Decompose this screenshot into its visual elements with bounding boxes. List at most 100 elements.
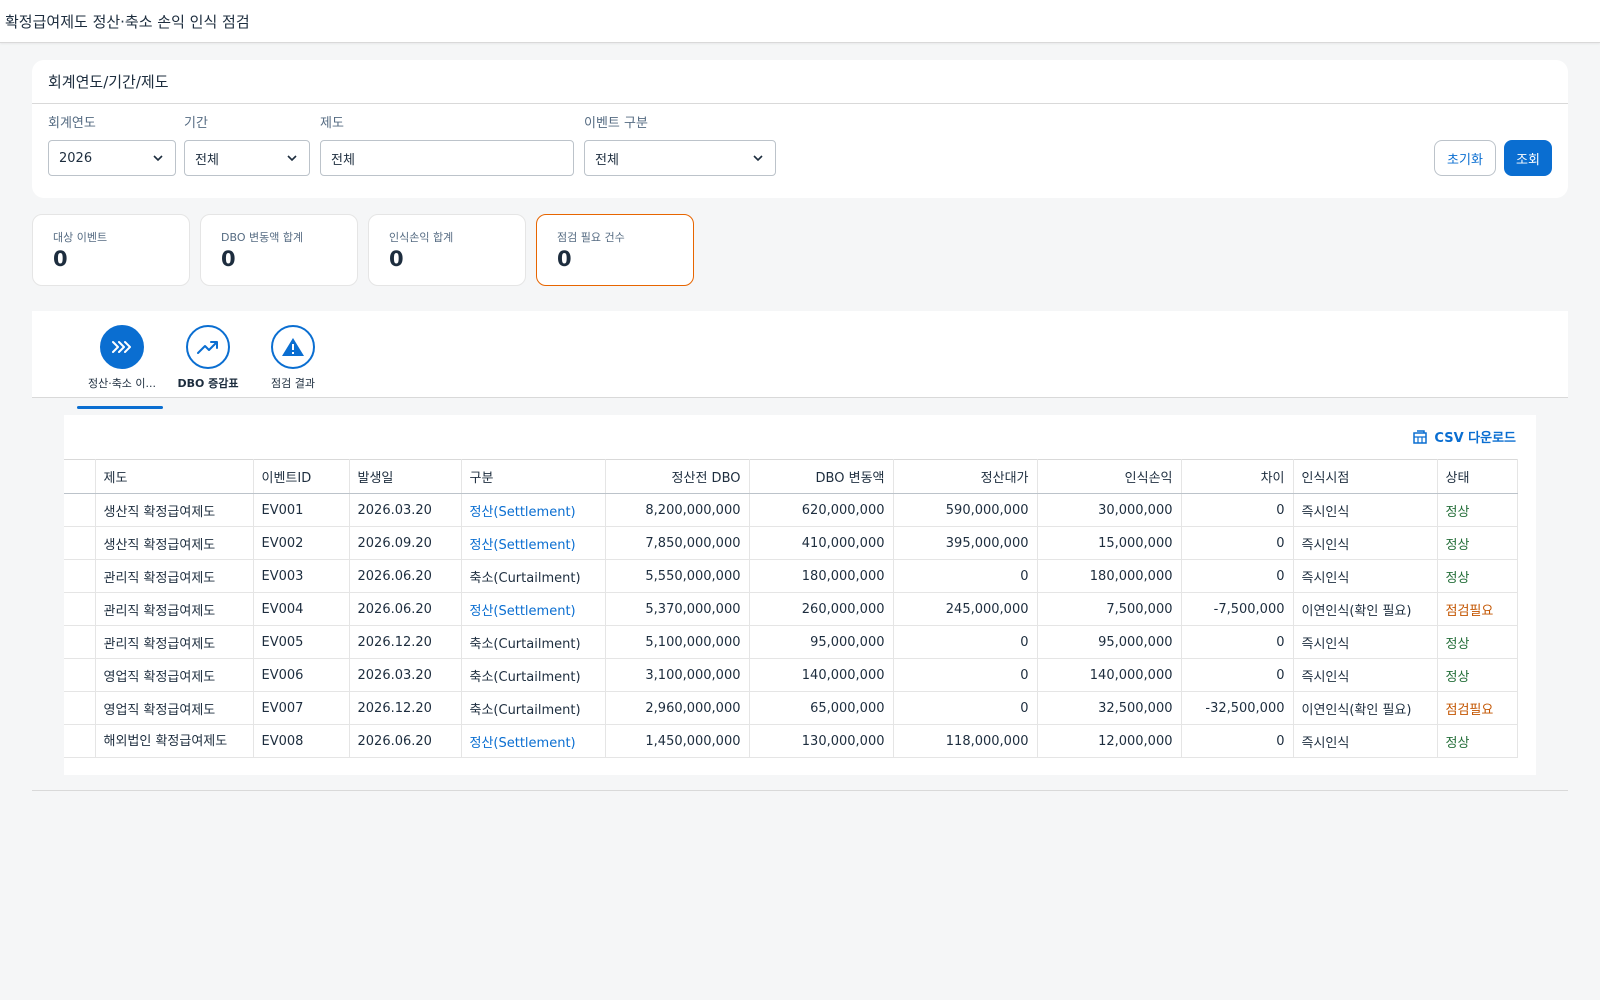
- fiscal-year-select[interactable]: 2026: [48, 140, 176, 176]
- table-cell: 축소(Curtailment): [461, 691, 606, 725]
- column-header[interactable]: 제도: [95, 459, 254, 494]
- table-cell: 410,000,000: [749, 526, 894, 560]
- table-cell: 0: [893, 658, 1038, 692]
- column-header[interactable]: 구분: [461, 459, 606, 494]
- column-header[interactable]: 차이: [1181, 459, 1294, 494]
- table-cell: 2026.06.20: [349, 724, 462, 758]
- icon-tab-bar: 정산·축소 이... DBO 증감표 점검 결과: [32, 311, 1568, 409]
- row-selector-cell[interactable]: [64, 658, 96, 692]
- table-cell: 생산직 확정급여제도: [95, 526, 254, 560]
- row-selector-cell[interactable]: [64, 592, 96, 626]
- table-cell: 620,000,000: [749, 493, 894, 527]
- table-cell: 관리직 확정급여제도: [95, 625, 254, 659]
- row-selector-cell[interactable]: [64, 724, 96, 758]
- table-cell: EV001: [253, 493, 350, 527]
- column-header[interactable]: 이벤트ID: [253, 459, 350, 494]
- table-cell: EV006: [253, 658, 350, 692]
- kpi-review-needed[interactable]: 점검 필요 건수 0: [536, 214, 694, 286]
- table-cell: 95,000,000: [1037, 625, 1182, 659]
- row-selector-cell[interactable]: [64, 691, 96, 725]
- search-button[interactable]: 조회: [1504, 140, 1552, 176]
- table-cell: 395,000,000: [893, 526, 1038, 560]
- table-row[interactable]: 해외법인 확정급여제도 EV008 2026.06.20 정산(Settlement)…: [64, 724, 1518, 758]
- table-cell: 0: [893, 559, 1038, 593]
- tab-dbo-change-table[interactable]: DBO 증감표: [163, 325, 253, 391]
- table-cell: 118,000,000: [893, 724, 1038, 758]
- table-cell: 정산(Settlement): [461, 493, 606, 527]
- table-cell: 2026.03.20: [349, 493, 462, 527]
- row-selector-cell[interactable]: [64, 526, 96, 560]
- table-cell: EV003: [253, 559, 350, 593]
- table-row[interactable]: 영업직 확정급여제도 EV006 2026.03.20 축소(Curtailment)…: [64, 658, 1518, 692]
- page-divider: [32, 790, 1568, 791]
- table-cell: 정상: [1437, 724, 1518, 758]
- table-cell: 축소(Curtailment): [461, 658, 606, 692]
- table-cell: 140,000,000: [749, 658, 894, 692]
- fiscal-year-value: 2026: [59, 150, 93, 166]
- table-cell: 32,500,000: [1037, 691, 1182, 725]
- column-header[interactable]: 인식시점: [1293, 459, 1438, 494]
- column-header[interactable]: 인식손익: [1037, 459, 1182, 494]
- tab-selected-indicator: [77, 406, 163, 409]
- tab-review-results[interactable]: 점검 결과: [248, 325, 338, 391]
- table-cell: 즉시인식: [1293, 493, 1438, 527]
- table-cell: 관리직 확정급여제도: [95, 559, 254, 593]
- table-row[interactable]: 영업직 확정급여제도 EV007 2026.12.20 축소(Curtailment)…: [64, 691, 1518, 725]
- period-select[interactable]: 전체: [184, 140, 310, 176]
- table-cell: 8,200,000,000: [605, 493, 750, 527]
- table-cell: 15,000,000: [1037, 526, 1182, 560]
- page-title: 확정급여제도 정산·축소 손익 인식 점검: [5, 12, 250, 31]
- table-cell: 260,000,000: [749, 592, 894, 626]
- table-cell: 즉시인식: [1293, 724, 1438, 758]
- row-selector-header: [64, 459, 96, 494]
- table-cell: 생산직 확정급여제도: [95, 493, 254, 527]
- fiscal-year-field: 회계연도 2026: [48, 114, 176, 176]
- event-type-select[interactable]: 전체: [584, 140, 776, 176]
- table-cell: EV005: [253, 625, 350, 659]
- table-cell: 2026.06.20: [349, 592, 462, 626]
- table-cell: 2026.06.20: [349, 559, 462, 593]
- row-selector-cell[interactable]: [64, 493, 96, 527]
- reset-button[interactable]: 초기화: [1434, 140, 1496, 176]
- column-header[interactable]: 정산대가: [893, 459, 1038, 494]
- table-header-row: 제도 이벤트ID 발생일 구분 정산전 DBO DBO 변동액 정산대가 인식손…: [64, 459, 1518, 494]
- filter-panel-header: 회계연도/기간/제도: [32, 60, 1568, 104]
- table-row[interactable]: 생산직 확정급여제도 EV002 2026.09.20 정산(Settlement) 7…: [64, 526, 1518, 560]
- table-cell: 정산(Settlement): [461, 526, 606, 560]
- csv-download-button[interactable]: CSV 다운로드: [1412, 427, 1516, 446]
- plan-label: 제도: [320, 116, 344, 131]
- table-row[interactable]: 관리직 확정급여제도 EV003 2026.06.20 축소(Curtailment)…: [64, 559, 1518, 593]
- column-header[interactable]: DBO 변동액: [749, 459, 894, 494]
- events-table: 제도 이벤트ID 발생일 구분 정산전 DBO DBO 변동액 정산대가 인식손…: [64, 459, 1518, 758]
- table-cell: 3,100,000,000: [605, 658, 750, 692]
- column-header[interactable]: 발생일: [349, 459, 462, 494]
- row-selector-cell[interactable]: [64, 625, 96, 659]
- table-cell: 7,500,000: [1037, 592, 1182, 626]
- period-field: 기간 전체: [184, 114, 310, 176]
- table-cell: 2,960,000,000: [605, 691, 750, 725]
- table-cell: 5,370,000,000: [605, 592, 750, 626]
- column-header[interactable]: 정산전 DBO: [605, 459, 750, 494]
- table-cell: 180,000,000: [1037, 559, 1182, 593]
- row-selector-cell[interactable]: [64, 559, 96, 593]
- table-cell: 즉시인식: [1293, 559, 1438, 593]
- kpi-value: 0: [389, 247, 404, 271]
- table-cell: 2026.12.20: [349, 625, 462, 659]
- table-row[interactable]: 관리직 확정급여제도 EV005 2026.12.20 축소(Curtailment)…: [64, 625, 1518, 659]
- table-cell: 즉시인식: [1293, 625, 1438, 659]
- table-row[interactable]: 관리직 확정급여제도 EV004 2026.06.20 정산(Settlement) 5…: [64, 592, 1518, 626]
- table-cell: 95,000,000: [749, 625, 894, 659]
- table-cell: 축소(Curtailment): [461, 625, 606, 659]
- shell-bar: 확정급여제도 정산·축소 손익 인식 점검: [0, 0, 1600, 43]
- table-row[interactable]: 생산직 확정급여제도 EV001 2026.03.20 정산(Settlement) 8…: [64, 493, 1518, 527]
- table-cell: 관리직 확정급여제도: [95, 592, 254, 626]
- table-cell: -7,500,000: [1181, 592, 1294, 626]
- table-cell: 590,000,000: [893, 493, 1038, 527]
- plan-input[interactable]: 전체: [320, 140, 574, 176]
- column-header[interactable]: 상태: [1437, 459, 1518, 494]
- table-cell: 해외법인 확정급여제도: [95, 724, 254, 758]
- forward-icon: [100, 325, 144, 369]
- table-cell: 축소(Curtailment): [461, 559, 606, 593]
- tab-settlement-events[interactable]: 정산·축소 이...: [77, 325, 167, 409]
- table-cell: 0: [1181, 625, 1294, 659]
